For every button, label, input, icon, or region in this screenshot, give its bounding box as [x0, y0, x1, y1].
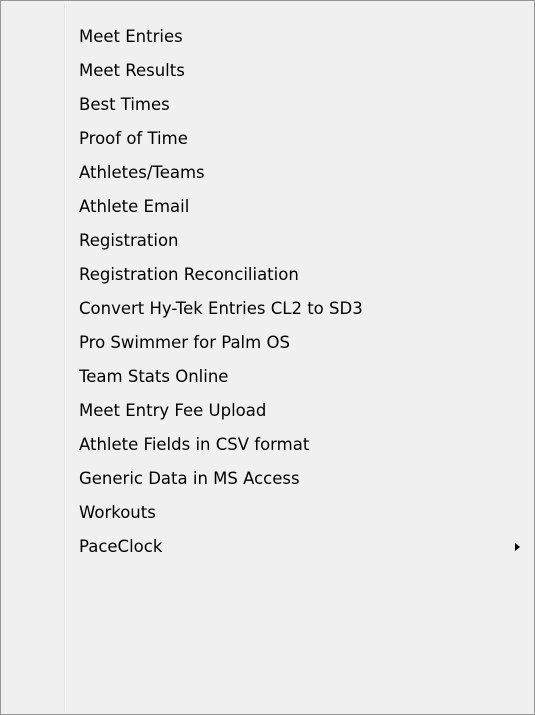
menu-item-pro-swimmer-palm[interactable]: Pro Swimmer for Palm OS: [1, 326, 534, 360]
context-menu: Meet Entries Meet Results Best Times Pro…: [0, 0, 535, 715]
menu-item-meet-entry-fee-upload[interactable]: Meet Entry Fee Upload: [1, 394, 534, 428]
chevron-right-icon: [515, 543, 520, 551]
menu-item-label: Meet Results: [79, 61, 185, 80]
menu-item-generic-data-ms-access[interactable]: Generic Data in MS Access: [1, 462, 534, 496]
menu-item-proof-of-time[interactable]: Proof of Time: [1, 122, 534, 156]
menu-item-label: Athlete Fields in CSV format: [79, 435, 310, 454]
menu-item-label: Meet Entries: [79, 27, 183, 46]
menu-item-label: Athletes/Teams: [79, 163, 205, 182]
menu-item-label: Registration: [79, 231, 179, 250]
menu-item-label: Athlete Email: [79, 197, 190, 216]
menu-item-convert-entries[interactable]: Convert Hy-Tek Entries CL2 to SD3: [1, 292, 534, 326]
menu-item-label: Best Times: [79, 95, 170, 114]
menu-item-label: Generic Data in MS Access: [79, 469, 300, 488]
menu-item-registration[interactable]: Registration: [1, 224, 534, 258]
menu-item-team-stats-online[interactable]: Team Stats Online: [1, 360, 534, 394]
menu-item-athletes-teams[interactable]: Athletes/Teams: [1, 156, 534, 190]
menu-item-meet-results[interactable]: Meet Results: [1, 54, 534, 88]
menu-items: Meet Entries Meet Results Best Times Pro…: [1, 20, 534, 564]
menu-item-registration-reconciliation[interactable]: Registration Reconciliation: [1, 258, 534, 292]
menu-item-label: Meet Entry Fee Upload: [79, 401, 267, 420]
menu-item-label: Team Stats Online: [79, 367, 229, 386]
menu-item-label: PaceClock: [79, 537, 163, 556]
menu-item-best-times[interactable]: Best Times: [1, 88, 534, 122]
menu-item-workouts[interactable]: Workouts: [1, 496, 534, 530]
menu-item-label: Registration Reconciliation: [79, 265, 299, 284]
menu-item-label: Proof of Time: [79, 129, 188, 148]
menu-item-paceclock[interactable]: PaceClock: [1, 530, 534, 564]
menu-item-label: Convert Hy-Tek Entries CL2 to SD3: [79, 299, 363, 318]
menu-item-athlete-email[interactable]: Athlete Email: [1, 190, 534, 224]
menu-item-meet-entries[interactable]: Meet Entries: [1, 20, 534, 54]
menu-item-athlete-fields-csv[interactable]: Athlete Fields in CSV format: [1, 428, 534, 462]
menu-item-label: Pro Swimmer for Palm OS: [79, 333, 290, 352]
menu-item-label: Workouts: [79, 503, 156, 522]
